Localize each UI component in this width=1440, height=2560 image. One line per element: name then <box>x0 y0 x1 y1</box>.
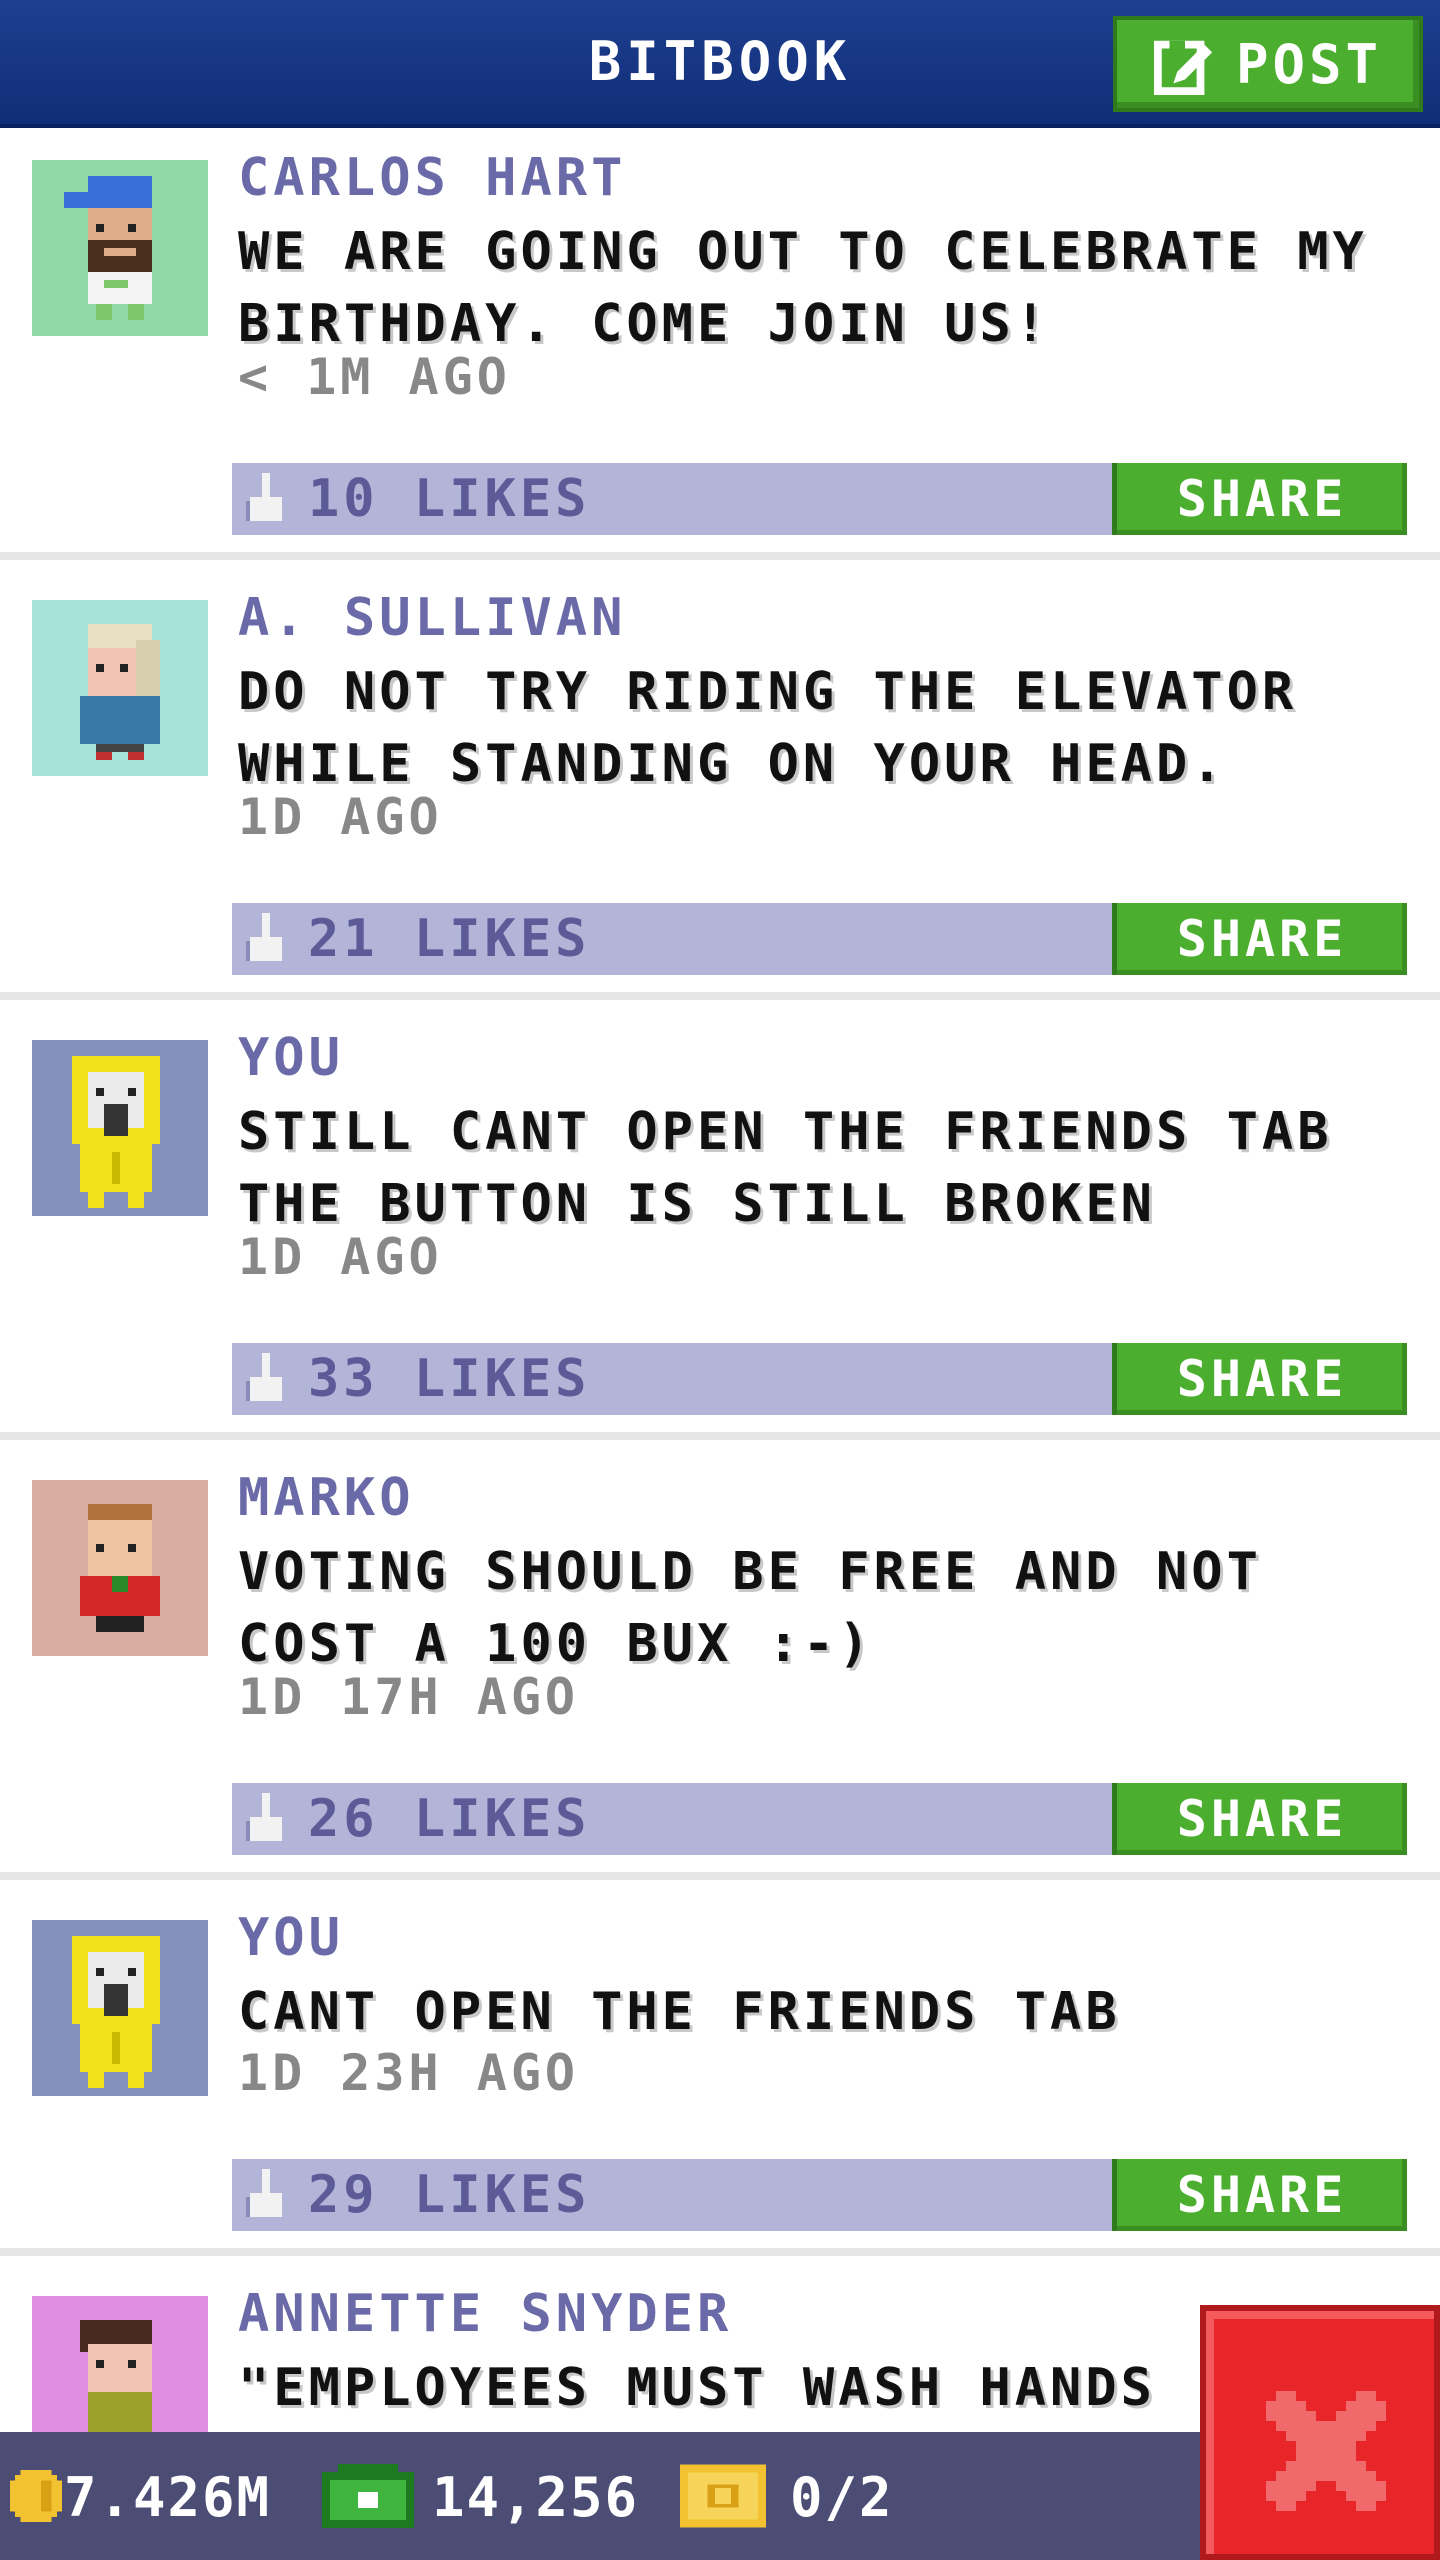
likes-count: 26 LIKES <box>308 1789 591 1849</box>
edit-icon <box>1153 40 1213 95</box>
ticket-icon <box>680 2464 766 2528</box>
post-message: CANT OPEN THE FRIENDS TAB <box>238 1982 1121 2042</box>
post-author[interactable]: CARLOS HART <box>238 148 626 208</box>
share-button[interactable]: SHARE <box>1112 463 1407 535</box>
likes-count: 33 LIKES <box>308 1349 591 1409</box>
thumbs-up-icon[interactable] <box>246 473 286 529</box>
post-author[interactable]: ANNETTE SNYDER <box>238 2284 732 2344</box>
likes-bar: 29 LIKES SHARE <box>232 2159 1407 2231</box>
close-button[interactable] <box>1200 2305 1440 2560</box>
likes-count: 29 LIKES <box>308 2165 591 2225</box>
post-author[interactable]: A. SULLIVAN <box>238 588 626 648</box>
post-time: < 1M AGO <box>238 348 511 406</box>
post-time: 1D 23H AGO <box>238 2044 580 2102</box>
feed-post: CARLOS HART WE ARE GOING OUT TO CELEBRAT… <box>0 128 1440 560</box>
avatar[interactable] <box>32 1920 208 2096</box>
post-message: STILL CANT OPEN THE FRIENDS TAB THE BUTT… <box>238 1102 1333 1234</box>
coin-icon <box>10 2470 62 2522</box>
app-header: BITBOOK POST <box>0 0 1440 128</box>
avatar[interactable] <box>32 600 208 776</box>
post-time: 1D AGO <box>238 1228 443 1286</box>
bux-value: 14,256 <box>432 2466 640 2529</box>
post-button[interactable]: POST <box>1113 16 1423 112</box>
post-author[interactable]: YOU <box>238 1028 344 1088</box>
share-button[interactable]: SHARE <box>1112 1343 1407 1415</box>
avatar[interactable] <box>32 160 208 336</box>
share-button[interactable]: SHARE <box>1112 1783 1407 1855</box>
feed-post: A. SULLIVAN DO NOT TRY RIDING THE ELEVAT… <box>0 568 1440 1000</box>
thumbs-up-icon[interactable] <box>246 2169 286 2225</box>
feed-post: YOU CANT OPEN THE FRIENDS TAB 1D 23H AGO… <box>0 1888 1440 2256</box>
share-button[interactable]: SHARE <box>1112 903 1407 975</box>
post-message: VOTING SHOULD BE FREE AND NOT COST A 100… <box>238 1542 1262 1674</box>
thumbs-up-icon[interactable] <box>246 1353 286 1409</box>
thumbs-up-icon[interactable] <box>246 1793 286 1849</box>
tickets-value: 0/2 <box>790 2466 894 2529</box>
likes-count: 10 LIKES <box>308 469 591 529</box>
coins-value: 7.426M <box>64 2466 272 2529</box>
avatar[interactable] <box>32 1480 208 1656</box>
likes-bar: 33 LIKES SHARE <box>232 1343 1407 1415</box>
post-author[interactable]: YOU <box>238 1908 344 1968</box>
post-time: 1D AGO <box>238 788 443 846</box>
post-message: WE ARE GOING OUT TO CELEBRATE MY BIRTHDA… <box>238 222 1368 354</box>
bux-icon <box>322 2464 414 2528</box>
likes-bar: 26 LIKES SHARE <box>232 1783 1407 1855</box>
post-time: 1D 17H AGO <box>238 1668 580 1726</box>
post-message: DO NOT TRY RIDING THE ELEVATOR WHILE STA… <box>238 662 1298 794</box>
close-icon <box>1266 2391 1386 2511</box>
post-author[interactable]: MARKO <box>238 1468 415 1528</box>
thumbs-up-icon[interactable] <box>246 913 286 969</box>
likes-bar: 21 LIKES SHARE <box>232 903 1407 975</box>
likes-count: 21 LIKES <box>308 909 591 969</box>
post-button-label: POST <box>1235 32 1383 96</box>
feed-post: MARKO VOTING SHOULD BE FREE AND NOT COST… <box>0 1448 1440 1880</box>
avatar[interactable] <box>32 1040 208 1216</box>
feed-post: YOU STILL CANT OPEN THE FRIENDS TAB THE … <box>0 1008 1440 1440</box>
likes-bar: 10 LIKES SHARE <box>232 463 1407 535</box>
share-button[interactable]: SHARE <box>1112 2159 1407 2231</box>
